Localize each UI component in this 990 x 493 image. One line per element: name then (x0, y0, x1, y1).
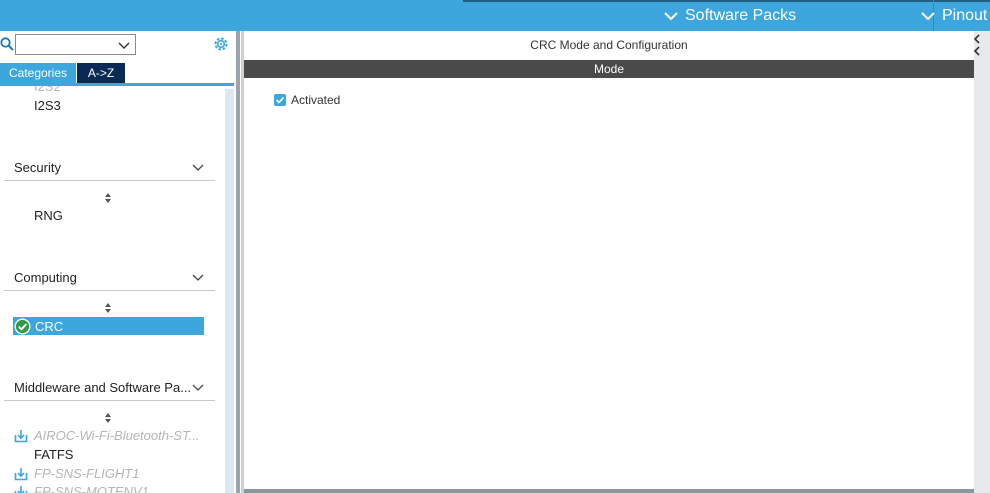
panel-splitter[interactable] (236, 31, 240, 493)
right-collapsed-panel (974, 31, 990, 493)
activated-checkbox-row[interactable]: Activated (274, 93, 340, 107)
list-item-crc-selected[interactable]: CRC (13, 317, 204, 335)
list-item[interactable]: I2S3 (34, 98, 61, 113)
list-item-pack[interactable]: AIROC-Wi-Fi-Bluetooth-ST... (14, 428, 200, 443)
chevron-down-icon (921, 12, 935, 21)
group-header-security[interactable]: Security (4, 156, 215, 181)
list-item-fatfs[interactable]: FATFS (34, 447, 73, 462)
tab-categories[interactable]: Categories (0, 63, 76, 83)
collapse-handle-icon[interactable] (974, 33, 980, 57)
pinout-menu[interactable]: Pinout (920, 5, 987, 27)
software-packs-menu[interactable]: Software Packs (663, 5, 796, 27)
download-icon (14, 485, 28, 493)
chevron-down-icon (664, 12, 678, 21)
list-item-label: FP-SNS-MOTENV1 (34, 484, 149, 493)
list-item-label: FP-SNS-FLIGHT1 (34, 466, 140, 481)
list-item-label: I2S2 (34, 86, 61, 94)
tab-categories-label: Categories (8, 66, 68, 80)
gear-icon[interactable] (212, 35, 230, 53)
list-item-label: I2S3 (34, 98, 61, 113)
search-icon[interactable] (0, 37, 14, 51)
group-header-middleware[interactable]: Middleware and Software Pa... (4, 376, 215, 401)
chevron-down-icon[interactable] (118, 39, 130, 51)
mode-section-header: Mode (244, 60, 974, 78)
download-icon (14, 467, 28, 480)
activated-label: Activated (291, 93, 341, 107)
tab-a-to-z-label: A->Z (87, 66, 115, 80)
list-item-label: CRC (35, 318, 64, 334)
list-item-label: RNG (34, 208, 63, 223)
chevron-down-icon[interactable] (191, 270, 205, 284)
check-circle-icon (14, 318, 31, 334)
list-item-rng[interactable]: RNG (34, 208, 63, 223)
group-label: Computing (14, 270, 77, 285)
sort-icon[interactable] (103, 412, 113, 424)
top-toolbar: Software Packs Pinout (0, 0, 990, 31)
sort-icon[interactable] (103, 302, 113, 314)
chevron-down-icon[interactable] (191, 380, 205, 394)
group-label: Middleware and Software Pa... (14, 380, 192, 395)
tab-a-to-z[interactable]: A->Z (77, 63, 125, 83)
panel-title: CRC Mode and Configuration (530, 38, 688, 52)
mode-label: Mode (593, 62, 625, 76)
group-label: Security (14, 160, 61, 175)
search-combobox[interactable] (15, 34, 136, 55)
panel-bottom-splitter[interactable] (244, 489, 974, 493)
categories-panel: Categories A->Z I2S2 I2S3 Security RNG C… (0, 31, 236, 493)
list-item-pack[interactable]: FP-SNS-FLIGHT1 (14, 466, 139, 481)
list-item-pack[interactable]: FP-SNS-MOTENV1 (14, 484, 149, 493)
vertical-scrollbar[interactable] (225, 89, 234, 493)
list-item[interactable]: I2S2 (34, 86, 61, 94)
pinout-label: Pinout (942, 7, 988, 24)
mode-configuration-panel: CRC Mode and Configuration Mode Activate… (244, 31, 974, 493)
software-packs-label: Software Packs (685, 7, 797, 24)
chevron-down-icon[interactable] (191, 160, 205, 174)
activated-checkbox[interactable] (274, 94, 286, 106)
list-item-label: FATFS (34, 447, 74, 462)
top-accent-line (463, 0, 990, 2)
sort-icon[interactable] (103, 192, 113, 204)
download-icon (14, 429, 28, 442)
group-header-computing[interactable]: Computing (4, 266, 215, 291)
checkmark-icon (275, 96, 285, 104)
category-tree: I2S2 I2S3 Security RNG Computing CRC Mid… (0, 86, 224, 493)
list-item-label: AIROC-Wi-Fi-Bluetooth-ST... (34, 428, 200, 443)
